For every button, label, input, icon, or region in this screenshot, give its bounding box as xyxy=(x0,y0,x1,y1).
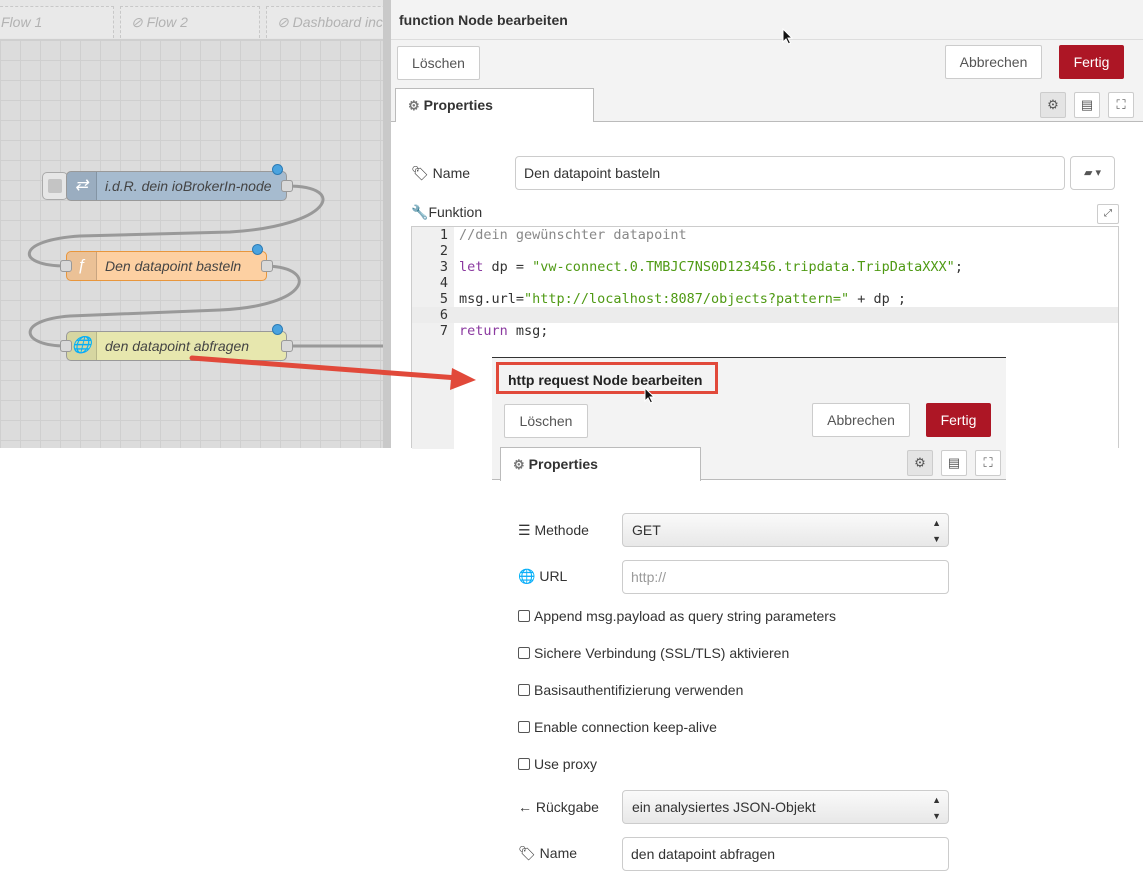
http-name-label-text: Name xyxy=(539,845,578,861)
http-delete-button[interactable]: Löschen xyxy=(504,404,588,438)
checkbox[interactable] xyxy=(518,684,530,696)
function-field-label: 🔧Funktion xyxy=(411,204,482,221)
caret-down-icon: ▾ xyxy=(1095,167,1102,179)
http-cancel-button[interactable]: Abbrechen xyxy=(812,403,910,437)
http-tab-properties[interactable]: ⚙ Properties xyxy=(500,447,701,481)
changed-indicator xyxy=(252,244,263,255)
list-icon: ☰ xyxy=(518,522,531,538)
node-label: Den datapoint basteln xyxy=(105,258,242,274)
arrow-left-icon: ← xyxy=(518,799,532,815)
return-label-text: Rückgabe xyxy=(535,799,599,815)
wrench-icon: 🔧 xyxy=(411,204,429,220)
tab-properties[interactable]: ⚙ Properties xyxy=(395,88,594,122)
output-port[interactable] xyxy=(281,180,293,192)
code-line: 2 xyxy=(439,243,448,259)
input-port[interactable] xyxy=(60,260,72,272)
http-name-field-label: 🏷 Name xyxy=(518,845,577,862)
code-line: 7 return msg; xyxy=(439,323,549,339)
method-field-label: ☰ Methode xyxy=(518,522,589,539)
gear-icon: ⚙ xyxy=(513,457,525,472)
tray-title: function Node bearbeiten xyxy=(399,12,568,28)
tab-properties-label: Properties xyxy=(423,97,493,113)
select-arrows-icon: ▲ ▼ xyxy=(932,795,941,821)
url-field-label: 🌐 URL xyxy=(518,568,567,585)
use-proxy-checkbox-row[interactable]: Use proxy xyxy=(518,756,597,772)
tag-icon: 🏷 xyxy=(411,165,429,181)
settings-gear-icon[interactable]: ⚙ xyxy=(907,450,933,476)
http-done-button[interactable]: Fertig xyxy=(926,403,991,437)
http-tab-properties-label: Properties xyxy=(528,456,598,472)
book-icon: ▰ xyxy=(1083,167,1093,179)
name-field-label: 🏷 Name xyxy=(411,165,470,182)
cancel-button[interactable]: Abbrechen xyxy=(945,45,1042,79)
return-type-select[interactable]: ein analysiertes JSON-Objekt ▲ ▼ xyxy=(622,790,949,824)
checkbox[interactable] xyxy=(518,758,530,770)
changed-indicator xyxy=(272,324,283,335)
checkbox[interactable] xyxy=(518,721,530,733)
tray-header: function Node bearbeiten xyxy=(391,0,1143,40)
library-book-dropdown[interactable]: ▰ ▾ xyxy=(1070,156,1115,190)
node-button[interactable] xyxy=(42,172,68,200)
url-input[interactable]: http:// xyxy=(622,560,949,594)
append-payload-checkbox-row[interactable]: Append msg.payload as query string param… xyxy=(518,608,836,624)
code-line: 3 let dp = "vw-connect.0.TMBJC7NS0D123456… xyxy=(439,259,963,275)
expand-icon[interactable]: ⤢ xyxy=(1097,204,1119,224)
settings-gear-icon[interactable]: ⚙ xyxy=(1040,92,1066,118)
http-request-edit-dialog: http request Node bearbeiten Löschen Abb… xyxy=(492,357,1006,880)
http-dialog-header: http request Node bearbeiten xyxy=(492,358,1006,398)
gear-icon: ⚙ xyxy=(408,98,420,113)
http-button-bar: Löschen Abbrechen Fertig xyxy=(492,398,1006,447)
code-line-current: 6 xyxy=(412,307,1118,323)
globe-icon: 🌐 xyxy=(518,568,536,584)
return-field-label: ← Rückgabe xyxy=(518,799,599,815)
mouse-cursor-icon xyxy=(782,28,794,45)
title-highlight-box: http request Node bearbeiten xyxy=(496,362,718,394)
code-line: 4 xyxy=(439,275,448,291)
select-arrows-icon: ▲ ▼ xyxy=(932,518,941,544)
http-name-input[interactable]: den datapoint abfragen xyxy=(622,837,949,871)
method-select[interactable]: GET ▲ ▼ xyxy=(622,513,949,547)
done-button[interactable]: Fertig xyxy=(1059,45,1124,79)
appearance-frame-icon[interactable]: ⛶ xyxy=(1108,92,1134,118)
tray-tab-row: ⚙ Properties ⚙ ▤ ⛶ xyxy=(391,88,1143,122)
method-value: GET xyxy=(632,522,661,538)
http-dialog-title: http request Node bearbeiten xyxy=(508,372,703,388)
flow-node-function[interactable]: ƒ Den datapoint basteln xyxy=(66,251,267,281)
description-document-icon[interactable]: ▤ xyxy=(941,450,967,476)
basic-auth-checkbox-row[interactable]: Basisauthentifizierung verwenden xyxy=(518,682,743,698)
http-tab-row: ⚙ Properties ⚙ ▤ ⛶ xyxy=(492,447,1006,481)
checkbox[interactable] xyxy=(518,610,530,622)
method-label-text: Methode xyxy=(534,522,589,538)
tag-icon: 🏷 xyxy=(518,845,536,861)
checkbox[interactable] xyxy=(518,647,530,659)
code-line: 5 msg.url="http://localhost:8087/objects?… xyxy=(439,291,907,307)
name-input[interactable]: Den datapoint basteln xyxy=(515,156,1065,190)
url-label-text: URL xyxy=(539,568,568,584)
output-port[interactable] xyxy=(261,260,273,272)
function-label-text: Funktion xyxy=(428,204,483,220)
ssl-tls-checkbox-row[interactable]: Sichere Verbindung (SSL/TLS) aktivieren xyxy=(518,645,789,661)
description-document-icon[interactable]: ▤ xyxy=(1074,92,1100,118)
delete-button[interactable]: Löschen xyxy=(397,46,480,80)
appearance-frame-icon[interactable]: ⛶ xyxy=(975,450,1001,476)
return-value: ein analysiertes JSON-Objekt xyxy=(632,799,816,815)
switch-arrows-icon: ⇄ xyxy=(67,172,97,200)
flow-node-iobroker-in[interactable]: ⇄ i.d.R. dein ioBrokerIn-node xyxy=(66,171,287,201)
input-port[interactable] xyxy=(60,340,72,352)
name-label-text: Name xyxy=(432,165,471,181)
changed-indicator xyxy=(272,164,283,175)
node-label: i.d.R. dein ioBrokerIn-node xyxy=(105,178,272,194)
keep-alive-checkbox-row[interactable]: Enable connection keep-alive xyxy=(518,719,717,735)
annotation-arrow xyxy=(189,355,476,390)
mouse-cursor-icon xyxy=(644,387,656,404)
code-line: 1//dein gewünschter datapoint xyxy=(439,227,687,243)
